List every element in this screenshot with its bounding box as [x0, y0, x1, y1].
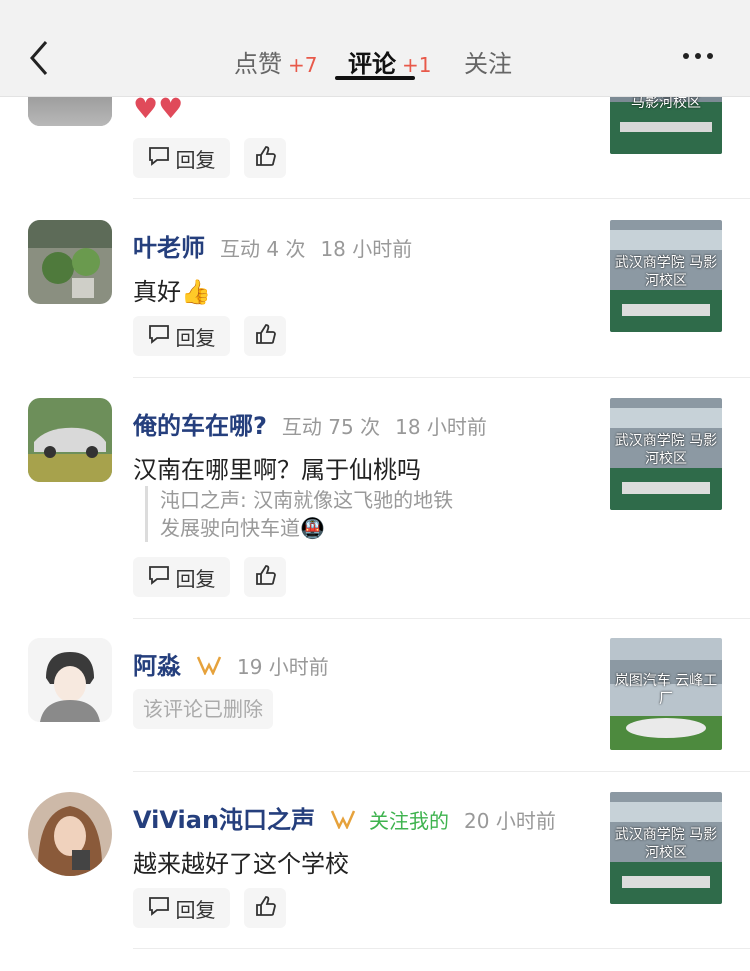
thumbnail-caption: 岚图汽车 云峰工厂	[614, 673, 718, 707]
top-bar: 点赞 +7 评论 +1 关注	[0, 0, 750, 97]
reply-label: 回复	[175, 566, 216, 591]
tab-count: +1	[402, 53, 432, 77]
divider	[133, 198, 750, 199]
avatar[interactable]	[28, 398, 112, 482]
follows-me-tag: 关注我的	[369, 809, 450, 833]
divider	[133, 948, 750, 949]
more-dots-icon	[707, 53, 713, 59]
quoted-reply: 沌口之声: 汉南就像这飞驰的地铁 发展驶向快车道🚇	[145, 486, 453, 542]
reply-label: 回复	[175, 147, 216, 172]
username[interactable]: 阿淼	[133, 652, 181, 680]
avatar[interactable]	[28, 638, 112, 722]
reply-button[interactable]: 回复	[133, 316, 230, 356]
comment-text: 越来越好了这个学校	[133, 850, 349, 878]
comment-meta: ViVian沌口之声 关注我的 20 小时前	[133, 800, 556, 835]
like-button[interactable]	[244, 316, 286, 356]
comment-text: 汉南在哪里啊？属于仙桃吗	[133, 456, 421, 484]
post-thumbnail[interactable]: 武汉商学院 马影河校区	[610, 398, 722, 510]
thumbnail-caption: 武汉商学院 马影河校区	[614, 433, 718, 467]
comment-icon	[148, 896, 170, 921]
more-dots-icon	[695, 53, 701, 59]
comment-meta: 叶老师 互动 4 次 18 小时前	[133, 228, 412, 263]
reply-button[interactable]: 回复	[133, 557, 230, 597]
comment-meta: 俺的车在哪? 互动 75 次 18 小时前	[133, 406, 487, 441]
comment-icon	[148, 565, 170, 590]
username[interactable]: ViVian沌口之声	[133, 806, 315, 834]
reply-label: 回复	[175, 897, 216, 922]
quote-line: 沌口之声: 汉南就像这飞驰的地铁	[160, 488, 454, 512]
like-button[interactable]	[244, 138, 286, 178]
username[interactable]: 叶老师	[133, 234, 205, 262]
quote-line: 发展驶向快车道🚇	[160, 516, 325, 540]
avatar[interactable]	[28, 220, 112, 304]
timestamp: 18 小时前	[395, 415, 487, 439]
more-button[interactable]	[680, 44, 720, 68]
deleted-comment-notice: 该评论已删除	[133, 689, 273, 729]
timestamp: 20 小时前	[464, 809, 556, 833]
timestamp: 18 小时前	[320, 237, 413, 261]
interaction-count: 互动 4 次	[220, 237, 306, 261]
timestamp: 19 小时前	[237, 655, 329, 679]
active-tab-indicator	[335, 76, 415, 80]
thumbnail-caption: 武汉商学院 马影河校区	[614, 255, 718, 289]
interaction-count: 互动 75 次	[281, 415, 381, 439]
tab-label: 评论	[348, 50, 396, 78]
avatar[interactable]	[28, 792, 112, 876]
tab-count: +7	[288, 53, 318, 77]
tab-following[interactable]: 关注	[464, 44, 512, 79]
thumbs-up-icon	[254, 323, 276, 350]
tab-comments[interactable]: 评论 +1	[348, 44, 431, 79]
tab-label: 点赞	[234, 50, 282, 78]
divider	[133, 618, 750, 619]
like-button[interactable]	[244, 888, 286, 928]
divider	[133, 377, 750, 378]
comment-icon	[148, 146, 170, 171]
tab-label: 关注	[464, 50, 512, 78]
username[interactable]: 俺的车在哪?	[133, 412, 267, 440]
post-thumbnail[interactable]: 武汉商学院 马影河校区	[610, 792, 722, 904]
thumbs-up-icon	[254, 564, 276, 591]
divider	[133, 771, 750, 772]
post-thumbnail[interactable]: 岚图汽车 云峰工厂	[610, 638, 722, 750]
comment-text: 真好👍	[133, 278, 211, 306]
comment-feed: ♥♥ 马影河校区 回复 叶老师 互动 4 次 18 小时前 真好👍 武汉商学院 …	[0, 0, 750, 971]
like-button[interactable]	[244, 557, 286, 597]
reply-button[interactable]: 回复	[133, 888, 230, 928]
thumbnail-caption: 武汉商学院 马影河校区	[614, 827, 718, 861]
reply-button[interactable]: 回复	[133, 138, 230, 178]
vip-badge-icon	[330, 810, 363, 835]
reply-label: 回复	[175, 325, 216, 350]
comment-meta: 阿淼 19 小时前	[133, 646, 329, 681]
thumbs-up-icon	[254, 145, 276, 172]
more-dots-icon	[683, 53, 689, 59]
comment-icon	[148, 324, 170, 349]
post-thumbnail[interactable]: 武汉商学院 马影河校区	[610, 220, 722, 332]
thumbs-up-icon	[254, 895, 276, 922]
vip-badge-icon	[196, 656, 229, 681]
tab-likes[interactable]: 点赞 +7	[234, 44, 317, 79]
